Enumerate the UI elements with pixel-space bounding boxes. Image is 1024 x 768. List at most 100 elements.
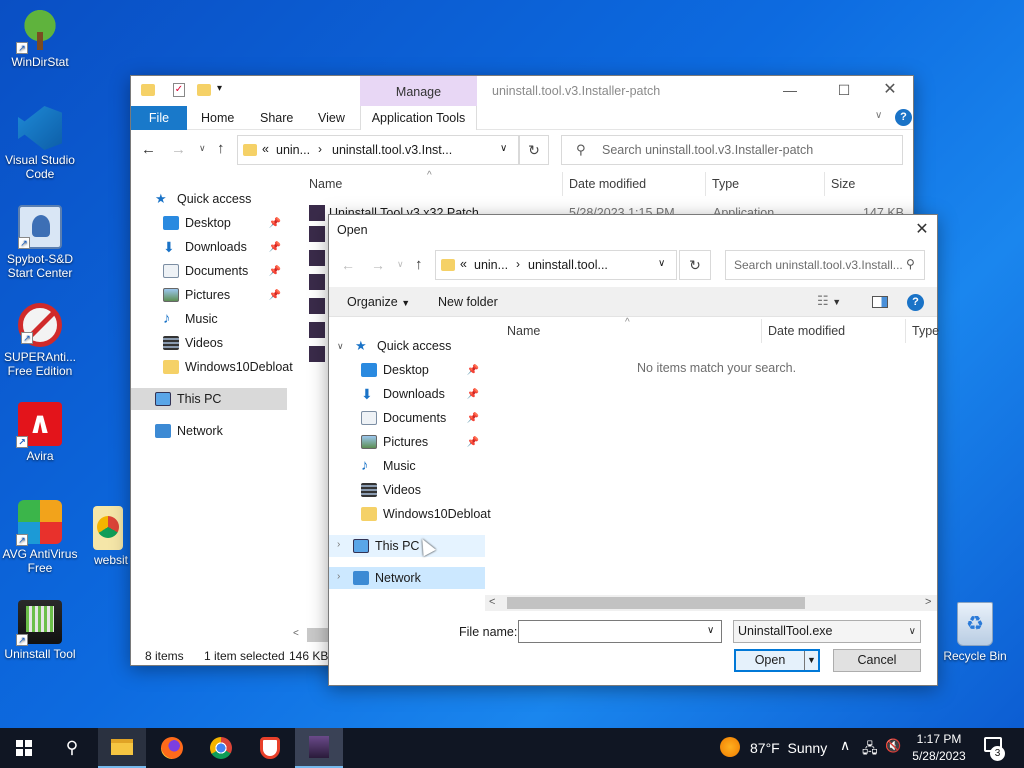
column-date[interactable]: Date modified <box>563 172 706 196</box>
taskbar-brave[interactable] <box>246 728 294 768</box>
nav-network[interactable]: › Network <box>329 567 485 589</box>
nav-downloads[interactable]: ⬇ Downloads 📌 <box>361 383 485 405</box>
expand-network-icon[interactable]: › <box>337 571 340 582</box>
desktop-icon-avira[interactable]: ∧ ↗ Avira <box>0 402 80 463</box>
nav-desktop[interactable]: Desktop 📌 <box>361 359 485 381</box>
recent-locations-icon[interactable]: ∨ <box>397 259 404 270</box>
scroll-left-icon[interactable]: < <box>489 596 495 608</box>
nav-quick-access[interactable]: ★ Quick access <box>155 188 251 210</box>
nav-windows10debloat[interactable]: Windows10Debloat <box>361 503 491 525</box>
up-button[interactable]: ↑ <box>415 256 423 273</box>
dialog-close-button[interactable]: ✕ <box>907 218 937 242</box>
view-options-icon[interactable]: ☷ ▼ <box>817 293 841 309</box>
clock-date[interactable]: 5/28/2023 <box>912 749 966 763</box>
nav-downloads[interactable]: ⬇ Downloads 📌 <box>163 236 287 258</box>
refresh-button[interactable]: ↻ <box>679 250 711 280</box>
nav-this-pc[interactable]: › This PC <box>329 535 485 557</box>
tab-home[interactable]: Home <box>201 111 234 125</box>
nav-desktop[interactable]: Desktop 📌 <box>163 212 287 234</box>
desktop-icon-superantispyware[interactable]: ↗ SUPERAnti... Free Edition <box>0 303 80 378</box>
recent-locations-icon[interactable]: ∨ <box>199 143 206 154</box>
expand-ribbon-icon[interactable]: ∨ <box>875 110 882 121</box>
help-icon[interactable]: ? <box>907 294 924 311</box>
breadcrumb-current[interactable]: uninstall.tool.v3.Inst... <box>332 143 452 157</box>
desktop-icon-spybot[interactable]: ↗ Spybot-S&D Start Center <box>0 205 80 280</box>
column-date[interactable]: Date modified <box>762 319 906 343</box>
cancel-button[interactable]: Cancel <box>833 649 921 672</box>
column-type[interactable]: Type <box>706 172 825 196</box>
breadcrumb-parent[interactable]: unin... <box>276 143 310 157</box>
taskbar-firefox[interactable] <box>148 728 196 768</box>
nav-documents[interactable]: Documents 📌 <box>163 260 287 282</box>
back-button[interactable]: ← <box>341 257 355 273</box>
show-hidden-icons-icon[interactable]: ∧ <box>840 737 850 754</box>
search-taskbar-button[interactable]: ⚲ <box>48 728 96 768</box>
nav-music[interactable]: ♪ Music <box>163 308 218 330</box>
back-button[interactable]: ← <box>141 141 156 158</box>
taskbar-uninstall-patch[interactable] <box>295 728 343 768</box>
nav-music[interactable]: ♪ Music <box>361 455 416 477</box>
up-button[interactable]: ↑ <box>217 140 225 157</box>
tab-file[interactable]: File <box>131 106 187 130</box>
nav-videos[interactable]: Videos <box>163 332 223 354</box>
search-box[interactable]: Search uninstall.tool.v3.Install... ⚲ <box>725 250 925 280</box>
taskbar-file-explorer[interactable] <box>98 728 146 768</box>
address-dropdown-icon[interactable]: ∨ <box>500 143 507 154</box>
address-bar[interactable]: « unin... › uninstall.tool... ∨ <box>435 250 677 280</box>
column-name[interactable]: Name <box>501 319 762 343</box>
address-bar[interactable]: « unin... › uninstall.tool.v3.Inst... ∨ <box>237 135 519 165</box>
maximize-button[interactable]: ☐ <box>821 76 867 106</box>
nav-windows10debloat[interactable]: Windows10Debloat <box>163 356 293 378</box>
file-name-dropdown-icon[interactable]: ∨ <box>707 625 714 636</box>
new-folder-button[interactable]: New folder <box>438 295 498 309</box>
nav-documents[interactable]: Documents 📌 <box>361 407 485 429</box>
dialog-file-list[interactable]: Name ^ Date modified Type No items match… <box>485 317 939 595</box>
desktop-icon-avg[interactable]: ↗ AVG AntiVirus Free <box>0 500 80 575</box>
scrollbar-thumb[interactable] <box>507 597 805 609</box>
network-status-icon[interactable]: 🖧 <box>862 738 878 762</box>
help-icon[interactable]: ? <box>895 109 912 126</box>
nav-this-pc[interactable]: This PC <box>131 388 287 410</box>
search-box[interactable]: ⚲ Search uninstall.tool.v3.Installer-pat… <box>561 135 903 165</box>
nav-quick-access[interactable]: ★ Quick access <box>355 335 451 357</box>
clock-time[interactable]: 1:17 PM <box>916 732 962 746</box>
forward-button[interactable]: → <box>371 257 385 273</box>
address-dropdown-icon[interactable]: ∨ <box>658 258 665 269</box>
nav-pictures[interactable]: Pictures 📌 <box>163 284 287 306</box>
breadcrumb-parent[interactable]: unin... <box>474 258 508 272</box>
tab-application-tools[interactable]: Application Tools <box>360 106 477 130</box>
desktop-icon-recycle-bin[interactable]: ♻ Recycle Bin <box>935 602 1015 663</box>
desktop-icon-windirstat[interactable]: ↗ WinDirStat <box>0 8 80 69</box>
desktop-icon-uninstall-tool[interactable]: ↗ Uninstall Tool <box>0 600 80 661</box>
file-type-select[interactable]: UninstallTool.exe ∨ <box>733 620 921 643</box>
quick-access-dropdown-icon[interactable]: ▾ <box>217 83 222 94</box>
nav-pictures[interactable]: Pictures 📌 <box>361 431 485 453</box>
start-button[interactable] <box>0 728 48 768</box>
close-button[interactable]: ✕ <box>867 76 913 106</box>
context-tab-manage[interactable]: Manage <box>360 76 477 106</box>
breadcrumb-current[interactable]: uninstall.tool... <box>528 258 608 272</box>
taskbar-chrome[interactable] <box>197 728 245 768</box>
tab-view[interactable]: View <box>318 111 345 125</box>
preview-pane-icon[interactable] <box>872 296 888 308</box>
refresh-button[interactable]: ↻ <box>519 135 549 165</box>
expand-this-pc-icon[interactable]: › <box>337 539 340 550</box>
horizontal-scrollbar[interactable]: < > <box>485 595 937 611</box>
scroll-left-icon[interactable]: < <box>293 628 299 639</box>
weather-text[interactable]: 87°F Sunny <box>750 740 827 756</box>
volume-muted-icon[interactable]: 🔇 <box>885 738 901 754</box>
nav-videos[interactable]: Videos <box>361 479 421 501</box>
open-button[interactable]: Open ▼ <box>734 649 820 672</box>
split-dropdown-icon[interactable]: ▼ <box>804 651 818 670</box>
expand-quick-access-icon[interactable]: ∨ <box>337 341 344 352</box>
minimize-button[interactable]: — <box>767 76 813 106</box>
horizontal-scrollbar[interactable] <box>307 628 329 642</box>
column-size[interactable]: Size <box>825 172 905 196</box>
desktop-icon-website[interactable]: websit <box>78 506 138 567</box>
desktop-icon-vscode[interactable]: Visual Studio Code <box>0 106 80 181</box>
nav-network[interactable]: Network <box>155 420 223 442</box>
file-name-input[interactable] <box>518 620 722 643</box>
tab-share[interactable]: Share <box>260 111 293 125</box>
scroll-right-icon[interactable]: > <box>925 596 931 608</box>
column-type[interactable]: Type <box>906 319 946 343</box>
